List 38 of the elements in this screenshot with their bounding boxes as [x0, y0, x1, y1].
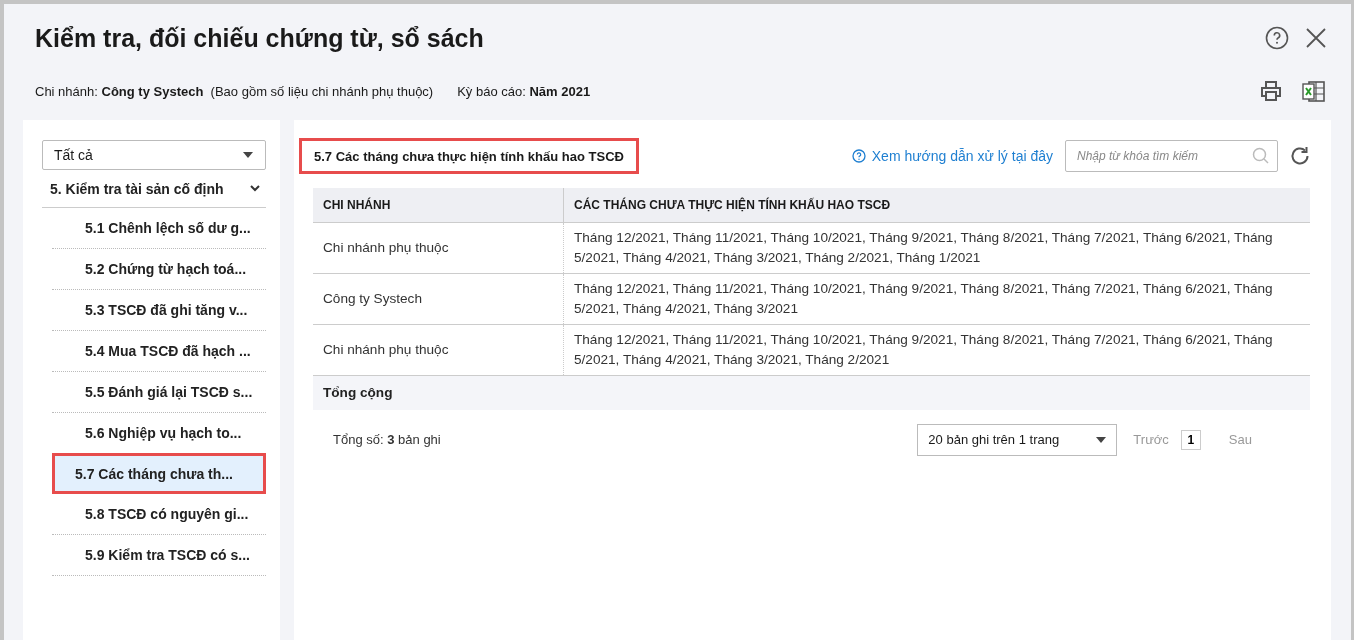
close-icon[interactable]	[1305, 27, 1327, 49]
table-cell: Công ty Systech	[313, 273, 564, 325]
table-cell: Tháng 12/2021, Tháng 11/2021, Tháng 10/2021, Tháng 9/2021, Tháng 8/2021, Tháng 7/2021, Tháng 6/2021, Tháng 5/2021, Tháng 4/2021, Tháng 3/2021	[563, 273, 1310, 325]
sidebar-group[interactable]: 5. Kiểm tra tài sản cố định	[42, 170, 266, 208]
branch-info: Chi nhánh: Công ty Systech (Bao gồm số liệu chi nhánh phụ thuộc)	[35, 83, 434, 99]
refresh-icon[interactable]	[1289, 145, 1311, 167]
report-title: 5.7 Các tháng chưa thực hiện tính khấu hao TSCĐ	[299, 138, 639, 174]
sidebar-item[interactable]: 5.8 TSCĐ có nguyên gi...	[52, 494, 266, 535]
sidebar-item[interactable]: 5.4 Mua TSCĐ đã hạch ...	[52, 331, 266, 372]
help-icon[interactable]	[1265, 26, 1289, 50]
table-cell: Tháng 12/2021, Tháng 11/2021, Tháng 10/2021, Tháng 9/2021, Tháng 8/2021, Tháng 7/2021, Tháng 6/2021, Tháng 5/2021, Tháng 4/2021, Tháng 3/2021, Tháng 2/2021, Tháng 1/2021	[563, 222, 1310, 274]
column-header: CHI NHÁNH	[313, 188, 564, 223]
page-button[interactable]: 1	[1180, 429, 1201, 450]
caret-icon	[1096, 436, 1107, 443]
page-size-dropdown[interactable]: 20 bản ghi trên 1 trang	[917, 423, 1118, 456]
help-link[interactable]: Xem hướng dẫn xử lý tại đây	[851, 148, 1053, 164]
table-cell: Chi nhánh phụ thuộc	[313, 222, 564, 274]
period-info: Kỳ báo cáo: Năm 2021	[457, 83, 591, 99]
table-cell: Tháng 12/2021, Tháng 11/2021, Tháng 10/2021, Tháng 9/2021, Tháng 8/2021, Tháng 7/2021, Tháng 6/2021, Tháng 5/2021, Tháng 4/2021, Tháng 3/2021, Tháng 2/2021	[563, 324, 1310, 376]
sidebar-item[interactable]: 5.7 Các tháng chưa th...	[52, 453, 266, 494]
search-icon	[1252, 147, 1270, 165]
sidebar-item[interactable]: 5.3 TSCĐ đã ghi tăng v...	[52, 290, 266, 331]
column-header: CÁC THÁNG CHƯA THỰC HIỆN TÍNH KHẤU HAO TSCĐ	[563, 188, 1310, 223]
print-icon[interactable]	[1260, 81, 1282, 101]
total-label: Tổng cộng	[313, 375, 564, 410]
table-cell: Chi nhánh phụ thuộc	[313, 324, 564, 376]
sidebar-item[interactable]: 5.9 Kiểm tra TSCĐ có s...	[52, 535, 266, 576]
spreadsheet-icon[interactable]	[1302, 80, 1325, 102]
sidebar-item[interactable]: 5.5 Đánh giá lại TSCĐ s...	[52, 372, 266, 413]
help-icon	[851, 149, 866, 163]
record-count: Tổng số: 3 bản ghi	[333, 432, 441, 447]
caret-icon	[243, 152, 253, 158]
sidebar-item[interactable]: 5.1 Chênh lệch số dư g...	[52, 208, 266, 249]
sidebar-item[interactable]: 5.2 Chứng từ hạch toá...	[52, 249, 266, 290]
group-label: 5. Kiểm tra tài sản cố định	[50, 180, 224, 197]
window-title: Kiểm tra, đối chiếu chứng từ, sổ sách	[35, 23, 484, 53]
search-field[interactable]: Nhập từ khóa tìm kiếm	[1065, 140, 1278, 172]
filter-dropdown[interactable]: Tất cả	[42, 140, 266, 170]
